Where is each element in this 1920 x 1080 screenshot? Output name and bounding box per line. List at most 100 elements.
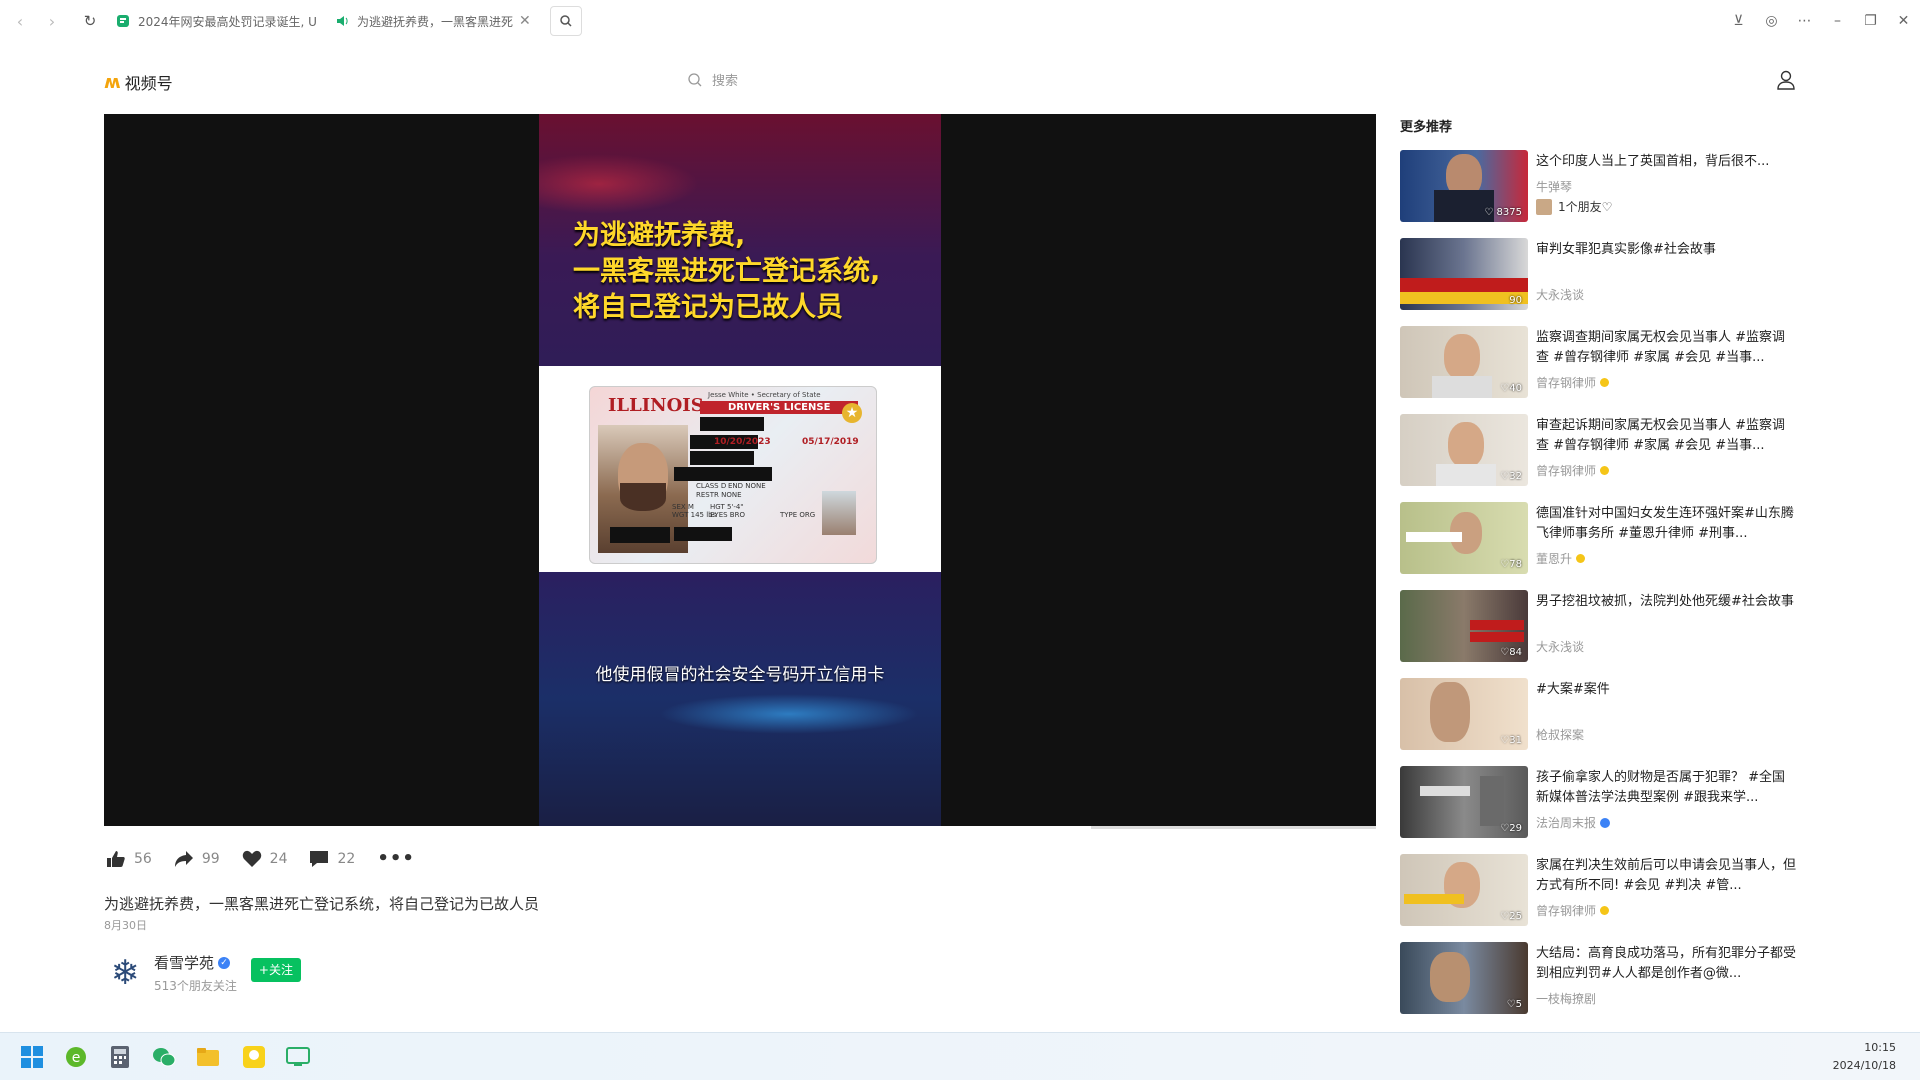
author-name[interactable]: 枪叔探案: [1536, 726, 1584, 743]
list-item[interactable]: 90 审判女罪犯真实影像#社会故事 大永浅谈: [1400, 238, 1800, 312]
player-app-icon[interactable]: [240, 1043, 268, 1071]
author-name[interactable]: 曾存钢律师: [1536, 462, 1596, 479]
rec-title[interactable]: 监察调查期间家属无权会见当事人 #监察调查 #曾存钢律师 #家属 #会见 #当事…: [1536, 328, 1798, 368]
windows-start-icon[interactable]: [18, 1043, 46, 1071]
more-options-button[interactable]: •••: [377, 848, 415, 869]
wechat-icon[interactable]: [150, 1043, 178, 1071]
video-progress-bar[interactable]: [1091, 826, 1376, 829]
tab-close-icon[interactable]: ✕: [519, 13, 531, 29]
like-count: 29: [1509, 823, 1522, 834]
video-thumbnail[interactable]: ♡29: [1400, 766, 1528, 838]
author-name[interactable]: 一枝梅撩剧: [1536, 990, 1596, 1007]
rec-title[interactable]: 德国准针对中国妇女发生连环强奸案#山东腾飞律师事务所 #董恩升律师 #刑事...: [1536, 504, 1798, 544]
like-count: 78: [1509, 559, 1522, 570]
author-name[interactable]: 牛弹琴: [1536, 178, 1572, 195]
list-item[interactable]: ♡31 #大案#案件 枪叔探案: [1400, 678, 1800, 752]
thumb-likes: ♡32: [1500, 471, 1522, 482]
author-fans: 513个朋友关注: [154, 979, 237, 993]
browser-app-icon[interactable]: e: [62, 1043, 90, 1071]
like-button[interactable]: 56: [106, 850, 152, 868]
browser-toolbar: ‹ › ↻ 2024年网安最高处罚记录诞生, U 为逃避抚养费，一黑客黑进死 ✕…: [0, 0, 1920, 42]
favorite-button[interactable]: 24: [242, 850, 287, 868]
share-count: 99: [201, 850, 220, 867]
globe-icon[interactable]: ◎: [1755, 13, 1788, 29]
follow-button[interactable]: +关注: [250, 958, 301, 982]
list-item[interactable]: ♡29 孩子偷拿家人的财物是否属于犯罪？ #全国新媒体普法学法典型案例 #跟我来…: [1400, 766, 1800, 840]
author-name[interactable]: 曾存钢律师: [1536, 902, 1596, 919]
video-thumbnail[interactable]: ♡5: [1400, 942, 1528, 1014]
file-explorer-icon[interactable]: [194, 1043, 222, 1071]
redaction-bar: [690, 451, 754, 465]
headline-line: 一黑客黑进死亡登记系统,: [573, 256, 881, 287]
like-count: 5: [1515, 999, 1522, 1010]
channels-logo[interactable]: ʍ 视频号: [104, 70, 173, 94]
avatar[interactable]: ❄: [104, 952, 146, 994]
comment-button[interactable]: 22: [309, 850, 355, 868]
video-thumbnail[interactable]: ♡31: [1400, 678, 1528, 750]
clock-time: 10:15: [1864, 1041, 1896, 1054]
list-item[interactable]: ♡5 大结局：高育良成功落马，所有犯罪分子都受到相应判罚#人人都是创作者@微..…: [1400, 942, 1800, 1016]
video-thumbnail[interactable]: ♡84: [1400, 590, 1528, 662]
user-icon[interactable]: [1776, 70, 1796, 94]
rec-title[interactable]: 孩子偷拿家人的财物是否属于犯罪？ #全国新媒体普法学法典型案例 #跟我来学...: [1536, 768, 1798, 808]
author-name[interactable]: 曾存钢律师: [1536, 374, 1596, 391]
video-thumbnail[interactable]: 90: [1400, 238, 1528, 310]
list-item[interactable]: ♡78 德国准针对中国妇女发生连环强奸案#山东腾飞律师事务所 #董恩升律师 #刑…: [1400, 502, 1800, 576]
video-headline: 为逃避抚养费, 一黑客黑进死亡登记系统, 将自己登记为已故人员: [573, 218, 933, 326]
rec-title[interactable]: 家属在判决生效前后可以申请会见当事人，但方式有所不同! #会见 #判决 #管..…: [1536, 856, 1798, 896]
author-name[interactable]: 法治周末报: [1536, 814, 1596, 831]
list-item[interactable]: ♡25 家属在判决生效前后可以申请会见当事人，但方式有所不同! #会见 #判决 …: [1400, 854, 1800, 928]
browser-tab-2[interactable]: 为逃避抚养费，一黑客黑进死 ✕: [335, 6, 540, 36]
thumb-likes: ♡25: [1500, 911, 1522, 922]
more-icon[interactable]: ⋯: [1788, 13, 1821, 29]
video-player[interactable]: 为逃避抚养费, 一黑客黑进死亡登记系统, 将自己登记为已故人员 ILLINOIS…: [104, 114, 1376, 826]
headline-line: 将自己登记为已故人员: [573, 292, 843, 323]
speaker-icon[interactable]: [335, 14, 349, 28]
reload-icon[interactable]: ↻: [78, 9, 102, 33]
license-exp-date: 05/17/2019: [802, 437, 859, 447]
system-clock[interactable]: 10:15 2024/10/18: [1833, 1039, 1896, 1075]
browser-tab-1[interactable]: 2024年网安最高处罚记录诞生, U: [116, 6, 321, 36]
author-name[interactable]: 大永浅谈: [1536, 286, 1584, 303]
author-name-row[interactable]: 看雪学苑 ✓: [154, 952, 237, 973]
list-item[interactable]: ♡40 监察调查期间家属无权会见当事人 #监察调查 #曾存钢律师 #家属 #会见…: [1400, 326, 1800, 400]
rec-title[interactable]: #大案#案件: [1536, 680, 1798, 700]
thumb-figure: [1430, 682, 1470, 742]
calculator-icon[interactable]: [106, 1043, 134, 1071]
list-item[interactable]: ♡ 8375 这个印度人当上了英国首相，背后很不... 牛弹琴 1个朋友♡: [1400, 150, 1800, 224]
video-frame[interactable]: 为逃避抚养费, 一黑客黑进死亡登记系统, 将自己登记为已故人员 ILLINOIS…: [539, 114, 941, 826]
video-thumbnail[interactable]: ♡ 8375: [1400, 150, 1528, 222]
video-thumbnail[interactable]: ♡25: [1400, 854, 1528, 926]
close-icon[interactable]: ✕: [1887, 13, 1920, 29]
author-name[interactable]: 看雪学苑: [154, 952, 214, 973]
license-image-panel: ILLINOIS Jesse White • Secretary of Stat…: [539, 366, 941, 572]
remote-desktop-icon[interactable]: [284, 1043, 312, 1071]
video-thumbnail[interactable]: ♡78: [1400, 502, 1528, 574]
logo-text: 视频号: [124, 74, 173, 93]
tab-search-icon[interactable]: [550, 6, 582, 36]
headline-line: 为逃避抚养费,: [573, 220, 746, 251]
minimize-icon[interactable]: –: [1821, 13, 1854, 29]
thumb-shirt: [1436, 464, 1496, 486]
download-icon[interactable]: ⊻: [1722, 13, 1755, 29]
rec-title[interactable]: 大结局：高育良成功落马，所有犯罪分子都受到相应判罚#人人都是创作者@微...: [1536, 944, 1798, 984]
like-count: 8375: [1496, 207, 1522, 218]
rec-title[interactable]: 审查起诉期间家属无权会见当事人 #监察调查 #曾存钢律师 #家属 #会见 #当事…: [1536, 416, 1798, 456]
restore-icon[interactable]: ❐: [1854, 13, 1887, 29]
video-thumbnail[interactable]: ♡40: [1400, 326, 1528, 398]
share-button[interactable]: 99: [174, 850, 220, 868]
rec-author: 牛弹琴: [1536, 178, 1572, 195]
list-item[interactable]: ♡84 男子挖祖坟被抓，法院判处他死缓#社会故事 大永浅谈: [1400, 590, 1800, 664]
author-name[interactable]: 董恩升: [1536, 550, 1572, 567]
search-input[interactable]: 搜索: [688, 70, 738, 89]
video-glow: [659, 694, 919, 734]
rec-title[interactable]: 这个印度人当上了英国首相，背后很不...: [1536, 152, 1798, 172]
rec-title[interactable]: 审判女罪犯真实影像#社会故事: [1536, 240, 1798, 260]
thumb-figure: [1430, 952, 1470, 1002]
author-name[interactable]: 大永浅谈: [1536, 638, 1584, 655]
back-icon[interactable]: ‹: [8, 9, 32, 33]
rec-title[interactable]: 男子挖祖坟被抓，法院判处他死缓#社会故事: [1536, 592, 1798, 612]
list-item[interactable]: ♡32 审查起诉期间家属无权会见当事人 #监察调查 #曾存钢律师 #家属 #会见…: [1400, 414, 1800, 488]
video-thumbnail[interactable]: ♡32: [1400, 414, 1528, 486]
forward-icon[interactable]: ›: [40, 9, 64, 33]
